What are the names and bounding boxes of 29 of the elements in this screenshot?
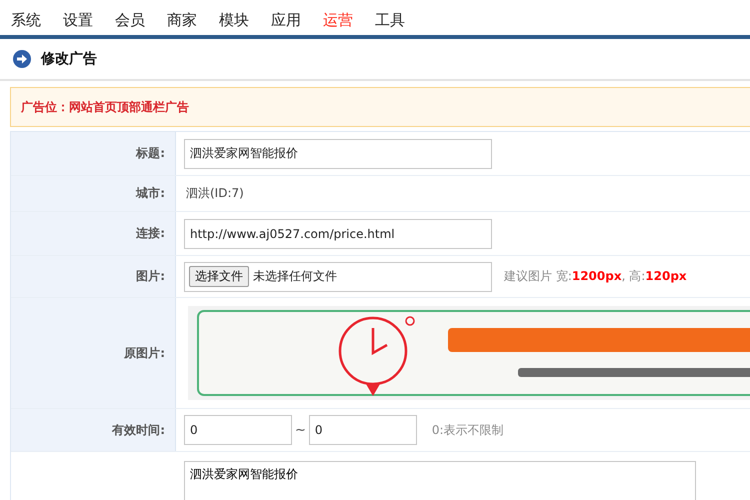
field-label: 图片: — [136, 268, 165, 285]
nav-tab[interactable]: 商家 — [167, 8, 197, 35]
field-label: 原图片: — [124, 344, 165, 362]
image-size-hint: 建议图片 宽:1200px, 高:120px — [504, 268, 687, 285]
field-label: 城市: — [136, 185, 165, 202]
text-area[interactable]: 泗洪爱家网智能报价 — [184, 461, 696, 500]
field-label: 标题: — [136, 145, 165, 162]
choose-file-button[interactable]: 选择文件 — [189, 266, 249, 287]
nav-tab[interactable]: 运营 — [323, 8, 353, 35]
nav-tab[interactable]: 设置 — [63, 8, 93, 35]
nav-tab[interactable]: 模块 — [219, 8, 249, 35]
file-field[interactable]: 选择文件 未选择任何文件 — [184, 262, 492, 292]
field-label: 有效时间: — [112, 422, 165, 438]
end-time-field[interactable]: 0 — [308, 415, 417, 445]
field-label: 连接: — [136, 225, 165, 242]
notice-text: 广告位：网站首页顶部通栏广告 — [21, 98, 189, 116]
range-separator: ~ — [295, 422, 306, 438]
city-text: 泗洪(ID:7) — [185, 185, 244, 202]
file-status-text: 未选择任何文件 — [253, 268, 337, 285]
page-title: 修改广告 — [41, 50, 97, 68]
start-time-field[interactable]: 0 — [184, 415, 292, 445]
arrow-right-icon — [13, 50, 31, 68]
nav-tab[interactable]: 应用 — [271, 8, 301, 35]
nav-tab[interactable]: 工具 — [375, 8, 405, 35]
time-hint: 0:表示不限制 — [432, 422, 504, 438]
nav-tab[interactable]: 系统 — [11, 8, 41, 35]
input-field[interactable]: 泗洪爱家网智能报价 — [184, 138, 492, 168]
input-field[interactable]: http://www.aj0527.com/price.html — [184, 218, 492, 248]
nav-tab[interactable]: 会员 — [115, 8, 145, 35]
